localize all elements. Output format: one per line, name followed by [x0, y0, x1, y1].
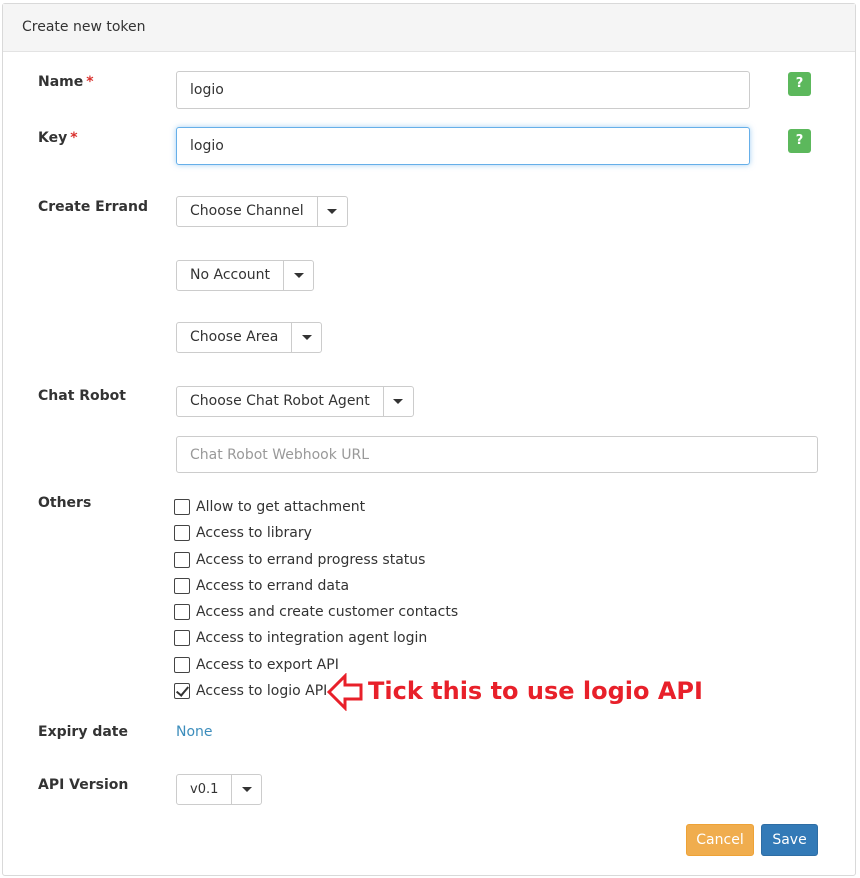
- option-allow-attachment[interactable]: Allow to get attachment: [174, 497, 365, 517]
- cancel-button[interactable]: Cancel: [686, 824, 754, 856]
- checkbox[interactable]: [174, 499, 190, 515]
- option-errand-data[interactable]: Access to errand data: [174, 576, 349, 596]
- checkbox-label: Access to integration agent login: [196, 630, 428, 646]
- checkbox[interactable]: [174, 630, 190, 646]
- channel-dropdown-toggle[interactable]: [316, 197, 347, 226]
- option-access-library[interactable]: Access to library: [174, 523, 312, 543]
- account-dropdown-label: No Account: [190, 267, 271, 283]
- caret-down-icon: [393, 399, 404, 404]
- name-help-icon[interactable]: ?: [788, 72, 811, 96]
- api-version-toggle[interactable]: [231, 775, 261, 804]
- expiry-date-link[interactable]: None: [176, 724, 213, 740]
- required-mark: *: [70, 130, 78, 146]
- option-customer-contacts[interactable]: Access and create customer contacts: [174, 602, 458, 622]
- key-help-icon[interactable]: ?: [788, 129, 811, 153]
- option-errand-progress[interactable]: Access to errand progress status: [174, 550, 425, 570]
- chat-robot-agent-label: Choose Chat Robot Agent: [190, 393, 370, 409]
- area-dropdown[interactable]: Choose Area: [176, 322, 323, 353]
- checkbox-label: Access to errand progress status: [196, 552, 426, 568]
- checkbox-label: Access to errand data: [196, 578, 350, 594]
- webhook-url-input[interactable]: [176, 436, 818, 473]
- checkbox[interactable]: [174, 578, 190, 594]
- api-version-value: v0.1: [190, 782, 219, 797]
- checkbox-label: Access to export API: [196, 657, 339, 673]
- caret-down-icon: [301, 335, 312, 340]
- key-input[interactable]: [176, 127, 750, 165]
- chat-robot-label: Chat Robot: [38, 388, 126, 404]
- area-dropdown-label: Choose Area: [190, 329, 279, 345]
- api-version-dropdown[interactable]: v0.1: [176, 774, 263, 805]
- checkbox[interactable]: [174, 552, 190, 568]
- checkbox-label: Access to logio API: [196, 683, 328, 699]
- save-button[interactable]: Save: [761, 824, 818, 856]
- name-label: Name *: [38, 74, 94, 90]
- caret-down-icon: [327, 209, 338, 214]
- expiry-date-label: Expiry date: [38, 724, 128, 740]
- checkbox[interactable]: [174, 657, 190, 673]
- option-integration-agent-login[interactable]: Access to integration agent login: [174, 628, 427, 648]
- checkbox-label: Access and create customer contacts: [196, 604, 459, 620]
- checkbox[interactable]: [174, 525, 190, 541]
- key-label: Key *: [38, 130, 78, 146]
- checkbox-checked[interactable]: [174, 683, 190, 699]
- others-label: Others: [38, 495, 92, 511]
- left-arrow-icon: [326, 673, 363, 711]
- chat-robot-agent-dropdown[interactable]: Choose Chat Robot Agent: [176, 386, 414, 417]
- checkbox-label: Access to library: [196, 525, 312, 541]
- panel-title: Create new token: [3, 4, 855, 52]
- option-export-api[interactable]: Access to export API: [174, 655, 339, 675]
- required-mark: *: [86, 74, 94, 90]
- checkbox[interactable]: [174, 604, 190, 620]
- account-dropdown-toggle[interactable]: [283, 261, 313, 290]
- channel-dropdown-label: Choose Channel: [190, 203, 304, 219]
- annotation-text: Tick this to use logio API: [368, 677, 703, 705]
- caret-down-icon: [293, 273, 304, 278]
- chat-robot-agent-toggle[interactable]: [382, 387, 413, 416]
- name-input[interactable]: [176, 71, 750, 109]
- api-version-label: API Version: [38, 777, 129, 793]
- create-errand-label: Create Errand: [38, 199, 148, 215]
- option-logio-api[interactable]: Access to logio API: [174, 681, 327, 701]
- area-dropdown-toggle[interactable]: [291, 323, 321, 352]
- account-dropdown[interactable]: No Account: [176, 260, 315, 291]
- channel-dropdown[interactable]: Choose Channel: [176, 196, 348, 227]
- caret-down-icon: [241, 787, 252, 792]
- checkbox-label: Allow to get attachment: [196, 499, 366, 515]
